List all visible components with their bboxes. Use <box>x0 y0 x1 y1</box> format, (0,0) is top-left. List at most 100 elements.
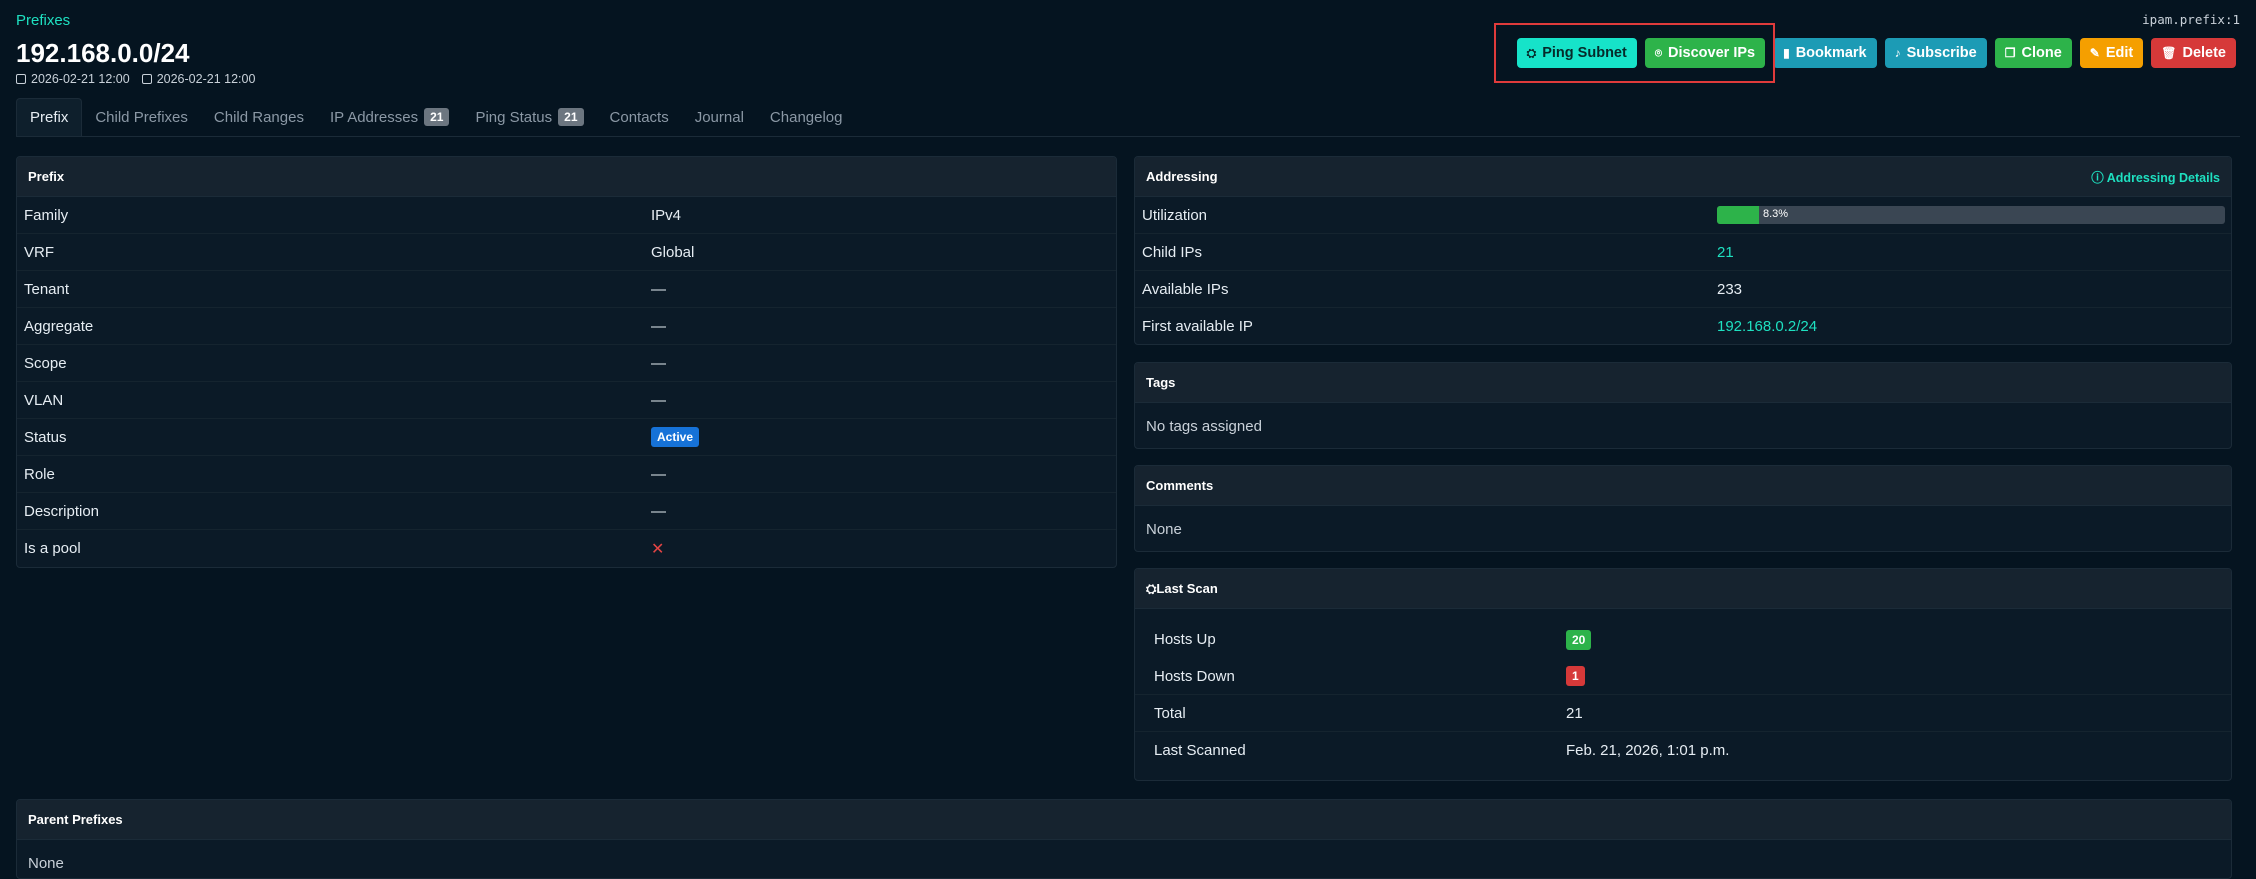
child-ips-link[interactable]: 21 <box>1717 244 1734 261</box>
comments-card: Comments None <box>1134 465 2232 552</box>
card-title: Comments <box>1146 478 1214 493</box>
ping-subnet-label: Ping Subnet <box>1542 45 1627 61</box>
tags-card: Tags No tags assigned <box>1134 362 2232 449</box>
prefix-attr-row: Scope — <box>17 345 1116 382</box>
prefix-attr-row: Family IPv4 <box>17 197 1116 234</box>
row-key: Total <box>1154 704 1186 722</box>
row-value: 233 <box>1717 280 1743 298</box>
row-key: Description <box>24 502 100 520</box>
modified-value: 2026-02-21 12:00 <box>156 72 256 86</box>
total-row: Total 21 <box>1135 695 2231 732</box>
tab-child-ranges[interactable]: Child Ranges <box>201 98 317 136</box>
breadcrumb-prefixes[interactable]: Prefixes <box>16 12 70 29</box>
tab-changelog[interactable]: Changelog <box>757 98 856 136</box>
tab-ping-status[interactable]: Ping Status 21 <box>462 98 596 136</box>
created-value: 2026-02-21 12:00 <box>31 72 130 86</box>
comments-text: None <box>1146 520 1182 538</box>
page-header: Prefixes 192.168.0.0/24 2026-02-21 12:00… <box>16 8 2240 88</box>
row-key: Last Scanned <box>1154 742 1246 759</box>
row-key: Hosts Up <box>1154 631 1216 648</box>
pencil-icon: ✎ <box>2089 46 2100 60</box>
card-title: Tags <box>1146 375 1176 390</box>
first-available-ip-link[interactable]: 192.168.0.2/24 <box>1717 318 1817 335</box>
row-key: Child IPs <box>1142 243 1203 261</box>
delete-button[interactable]: 🗑 Delete <box>2151 38 2236 68</box>
prefix-attr-row: Description — <box>17 493 1116 530</box>
subscribe-label: Subscribe <box>1906 45 1977 61</box>
prefix-card: Prefix Family IPv4 VRF Global Tenant — Aggrega… <box>16 156 1117 568</box>
bookmark-button[interactable]: ▮ Bookmark <box>1773 38 1877 68</box>
tab-label: Journal <box>694 108 744 126</box>
bell-icon: ♪ <box>1894 46 1901 60</box>
card-header: Parent Prefixes <box>17 800 2231 840</box>
object-identifier: ipam.prefix:1 <box>2142 12 2240 27</box>
tab-label: Ping Status <box>475 108 553 126</box>
calendar-icon <box>16 74 26 84</box>
last-scanned-row: Last Scanned Feb. 21, 2026, 1:01 p.m. <box>1135 732 2231 769</box>
edit-button[interactable]: ✎ Edit <box>2079 38 2144 68</box>
network-icon: ⛭ <box>1146 580 1157 596</box>
tab-label: IP Addresses <box>329 108 419 126</box>
utilization-bar-fill <box>1717 206 1760 224</box>
row-key: Available IPs <box>1142 280 1229 298</box>
discover-ips-label: Discover IPs <box>1668 45 1756 61</box>
tab-count-badge: 21 <box>558 108 584 126</box>
subscribe-button[interactable]: ♪ Subscribe <box>1884 38 1987 68</box>
edit-label: Edit <box>2105 45 2134 61</box>
tab-bar: Prefix Child Prefixes Child Ranges IP Ad… <box>16 98 2240 137</box>
hosts-up-badge: 20 <box>1566 629 1592 650</box>
calendar-edit-icon <box>141 74 152 84</box>
prefix-attr-row: Tenant — <box>17 271 1116 308</box>
prefix-attr-row: VLAN — <box>17 382 1116 419</box>
trash-icon: 🗑 <box>2161 46 2177 60</box>
card-header: Prefix <box>17 157 1116 197</box>
tab-ip-addresses[interactable]: IP Addresses 21 <box>317 98 462 136</box>
row-value: — <box>651 317 666 335</box>
row-value: — <box>651 354 666 372</box>
radar-icon: ⌾ <box>1654 45 1663 60</box>
copy-icon: ❐ <box>2004 46 2016 60</box>
tab-label: Child Ranges <box>213 108 304 126</box>
clone-button[interactable]: ❐ Clone <box>1994 38 2072 68</box>
row-key: Scope <box>24 354 67 372</box>
row-key: Utilization <box>1142 206 1208 224</box>
tab-contacts[interactable]: Contacts <box>597 98 682 136</box>
row-key: Tenant <box>24 280 70 298</box>
row-key: VRF <box>24 243 54 261</box>
object-dates: 2026-02-21 12:00 2026-02-21 12:00 <box>16 72 255 86</box>
clone-label: Clone <box>2021 45 2062 61</box>
tab-label: Contacts <box>609 108 669 126</box>
addressing-details-link[interactable]: ⓘ Addressing Details <box>2091 167 2220 186</box>
row-key: Role <box>24 465 55 483</box>
row-value: — <box>651 502 666 520</box>
utilization-text: 8.3% <box>1763 208 1789 220</box>
action-buttons: ⛭ Ping Subnet ⌾ Discover IPs ▮ Bookmark ♪ Su… <box>1516 38 2236 68</box>
card-header: ⛭Last Scan <box>1135 569 2231 609</box>
row-value: IPv4 <box>651 206 682 224</box>
utilization-row: Utilization 8.3% <box>1135 197 2231 234</box>
tab-journal[interactable]: Journal <box>682 98 757 136</box>
page-title: 192.168.0.0/24 <box>16 38 190 68</box>
row-value: Feb. 21, 2026, 1:01 p.m. <box>1566 742 1730 759</box>
card-header: Addressing ⓘ Addressing Details <box>1135 157 2231 197</box>
tab-prefix[interactable]: Prefix <box>16 98 83 136</box>
prefix-attr-row: VRF Global <box>17 234 1116 271</box>
card-title: Addressing <box>1146 169 1218 184</box>
prefix-attr-row: Aggregate — <box>17 308 1116 345</box>
network-icon: ⛭ <box>1526 45 1537 60</box>
hosts-up-row: Hosts Up 20 <box>1135 621 2231 658</box>
card-header: Comments <box>1135 466 2231 506</box>
row-value: Global <box>651 243 695 261</box>
parent-prefixes-card: Parent Prefixes None <box>16 799 2232 879</box>
discover-ips-button[interactable]: ⌾ Discover IPs <box>1644 38 1766 68</box>
scan-stats: Hosts Up 20 Hosts Down 1 Total 21 Last S… <box>1135 609 2231 769</box>
card-title: Prefix <box>28 169 65 184</box>
tab-label: Child Prefixes <box>95 108 188 126</box>
row-value: — <box>651 465 666 483</box>
available-ips-row: Available IPs 233 <box>1135 271 2231 308</box>
status-badge: Active <box>651 427 700 447</box>
tab-child-prefixes[interactable]: Child Prefixes <box>82 98 201 136</box>
ping-subnet-button[interactable]: ⛭ Ping Subnet <box>1516 38 1637 68</box>
card-title: Parent Prefixes <box>28 812 123 827</box>
card-title-wrap: ⛭Last Scan <box>1146 581 1218 597</box>
